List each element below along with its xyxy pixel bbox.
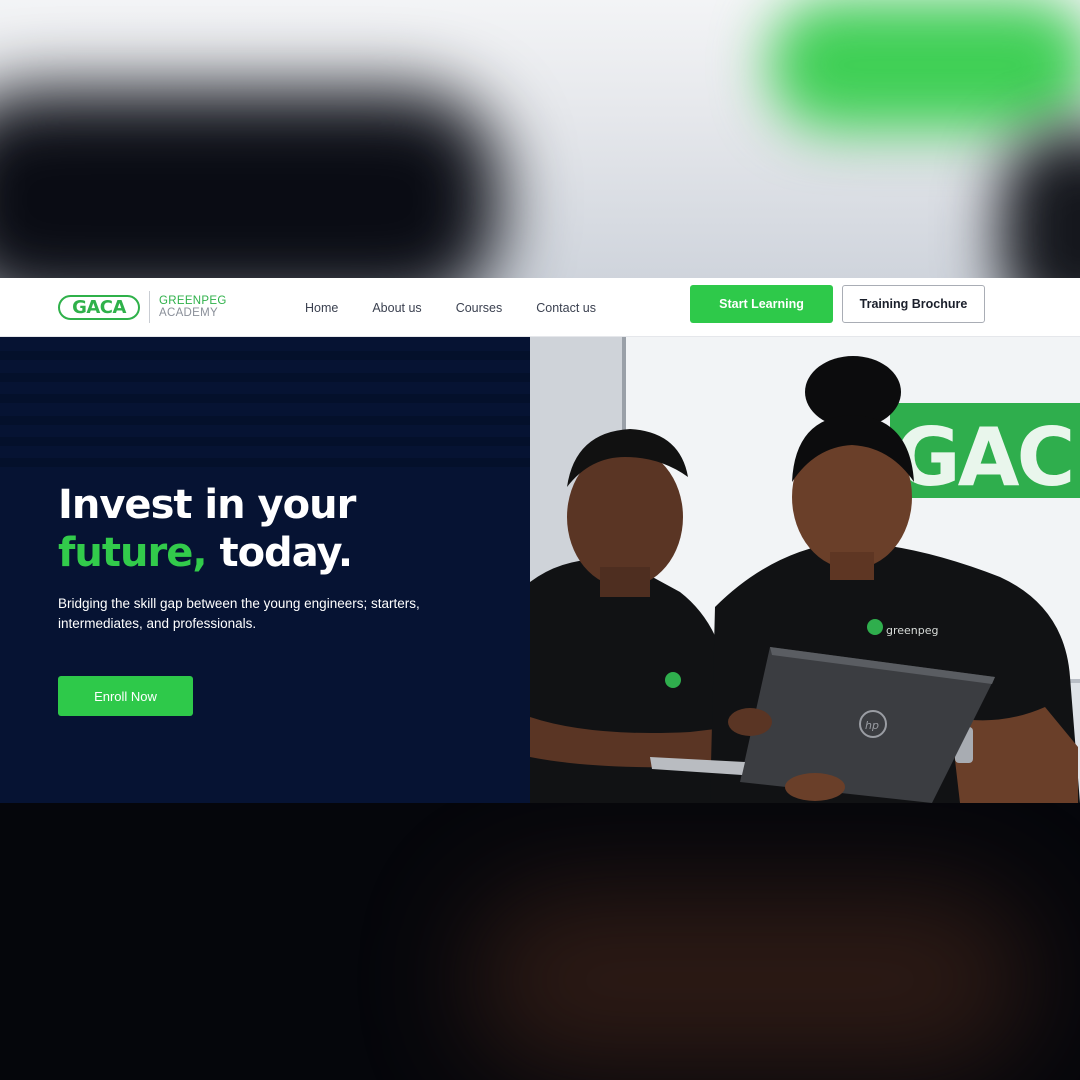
svg-text:hp: hp bbox=[865, 719, 879, 732]
enroll-now-button[interactable]: Enroll Now bbox=[58, 676, 193, 716]
nav-link-home[interactable]: Home bbox=[305, 301, 338, 315]
nav-menu: Home About us Courses Contact us bbox=[305, 278, 630, 337]
hero-title: Invest in your future, today. bbox=[58, 481, 518, 577]
hero-photo: GAC greenpeg hp bbox=[530, 337, 1080, 803]
nav-link-courses[interactable]: Courses bbox=[456, 301, 503, 315]
nav-link-contact[interactable]: Contact us bbox=[536, 301, 596, 315]
website-screenshot: GACA GREENPEG ACADEMY Home About us Cour… bbox=[0, 278, 1080, 803]
training-brochure-button[interactable]: Training Brochure bbox=[842, 285, 985, 323]
shirt-logo-text: greenpeg bbox=[886, 624, 939, 637]
hero-title-rest: today. bbox=[206, 530, 353, 576]
logo-line-1: GREENPEG bbox=[159, 295, 227, 307]
hero-title-highlight: future, bbox=[58, 530, 208, 576]
navbar: GACA GREENPEG ACADEMY Home About us Cour… bbox=[0, 278, 1080, 337]
wall-sign-text: GAC bbox=[895, 411, 1072, 504]
hero-subtitle: Bridging the skill gap between the young… bbox=[58, 596, 420, 631]
hero-title-line-1: Invest in your bbox=[58, 482, 356, 528]
start-learning-button[interactable]: Start Learning bbox=[690, 285, 833, 323]
logo-text: GREENPEG ACADEMY bbox=[159, 295, 227, 319]
hero-section: Invest in your future, today. Bridging t… bbox=[0, 337, 530, 803]
logo-line-2: ACADEMY bbox=[159, 307, 218, 319]
nav-link-about[interactable]: About us bbox=[372, 301, 421, 315]
logo-divider bbox=[149, 291, 150, 323]
logo-mark: GACA bbox=[58, 294, 140, 320]
logo[interactable]: GACA GREENPEG ACADEMY bbox=[58, 288, 227, 326]
